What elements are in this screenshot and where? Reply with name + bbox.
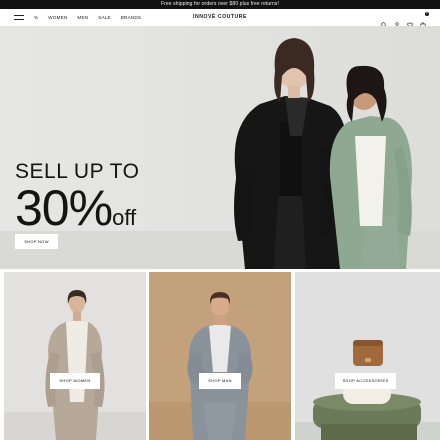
main-nav: % WOMEN MEN SALE BRANDS	[34, 9, 141, 26]
women-model-image	[4, 272, 146, 440]
hero-discount-suffix: off	[112, 205, 137, 230]
nav-item-women[interactable]: WOMEN	[48, 15, 67, 20]
menu-icon[interactable]	[14, 15, 24, 20]
shop-accessories-button[interactable]: SHOP ACCESSORIES	[335, 373, 396, 389]
hero-discount: 30%	[15, 180, 113, 236]
category-tile-accessories[interactable]: SHOP ACCESSORIES	[295, 272, 440, 440]
hero-headline: SELL UP TO 30%off	[15, 161, 139, 243]
search-icon[interactable]	[381, 15, 387, 28]
hero-models-image	[234, 38, 412, 269]
announcement-text: Free shipping for orders over $80 plus f…	[160, 1, 280, 7]
header-actions: 0	[381, 9, 429, 28]
men-model-image	[149, 272, 291, 440]
nav-item-men[interactable]: MEN	[77, 15, 88, 20]
nav-item-brands[interactable]: BRANDS	[121, 15, 141, 20]
shop-women-button[interactable]: SHOP WOMEN	[50, 373, 100, 389]
category-tile-women[interactable]: SHOP WOMEN	[4, 272, 146, 440]
site-header: % WOMEN MEN SALE BRANDS INNOVÉ COUTURE 0	[0, 9, 440, 28]
category-tile-men[interactable]: SHOP MAN	[149, 272, 291, 440]
hero-banner: SELL UP TO 30%off SHOP NOW	[0, 26, 440, 269]
nav-item-sale[interactable]: SALE	[98, 15, 111, 20]
nav-item-percent[interactable]: %	[34, 15, 38, 20]
wishlist-icon[interactable]	[407, 15, 413, 28]
account-icon[interactable]	[394, 15, 400, 28]
cart-icon[interactable]: 0	[420, 11, 429, 28]
shop-man-button[interactable]: SHOP MAN	[199, 373, 241, 389]
accessories-bag-image	[295, 272, 440, 440]
cart-count-badge: 0	[425, 11, 429, 16]
shop-now-button[interactable]: SHOP NOW	[15, 234, 58, 249]
announcement-bar: Free shipping for orders over $80 plus f…	[0, 0, 440, 9]
